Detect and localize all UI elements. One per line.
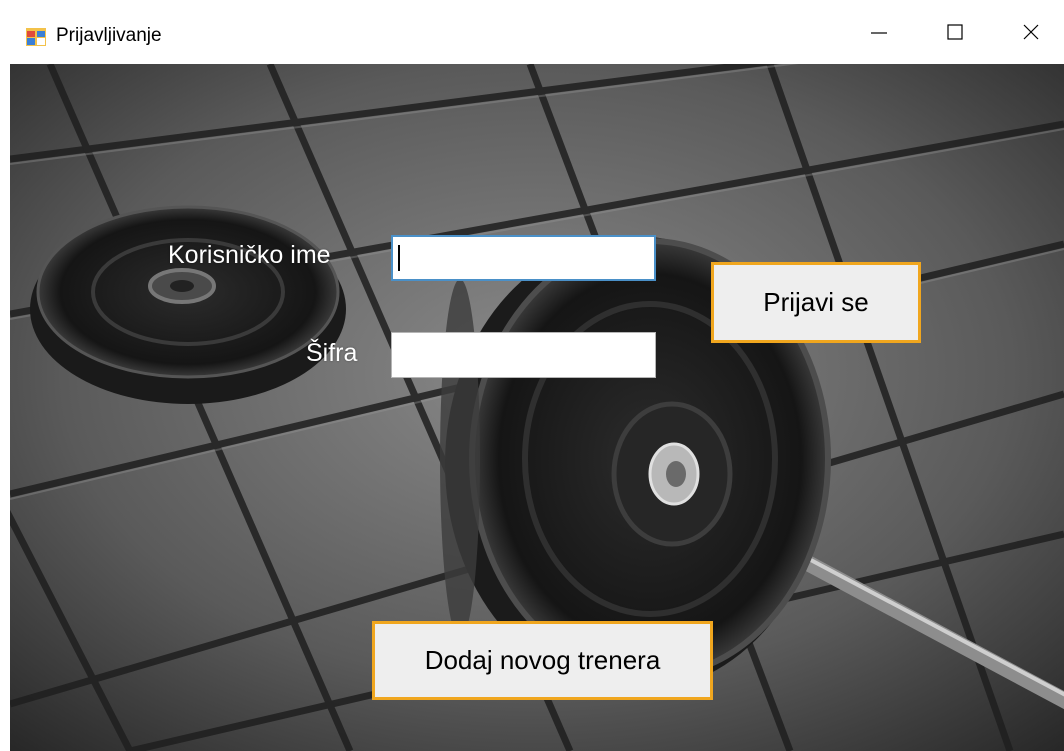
- form-canvas: Korisničko ime Šifra Prijavi se Dodaj no…: [10, 64, 1064, 751]
- text-caret: [398, 245, 400, 271]
- add-trainer-button[interactable]: Dodaj novog trenera: [372, 621, 713, 700]
- app-form-icon: [26, 28, 46, 46]
- close-button[interactable]: [994, 0, 1064, 64]
- login-button[interactable]: Prijavi se: [711, 262, 921, 343]
- password-input[interactable]: [391, 332, 656, 378]
- username-input[interactable]: [391, 235, 656, 281]
- password-label: Šifra: [306, 339, 358, 367]
- window-title: Prijavljivanje: [56, 25, 162, 46]
- minimize-button[interactable]: [842, 0, 916, 64]
- maximize-icon: [947, 24, 963, 40]
- username-label: Korisničko ime: [168, 241, 331, 269]
- minimize-icon: [871, 32, 887, 34]
- title-bar[interactable]: Prijavljivanje: [0, 0, 1064, 64]
- login-window: Prijavljivanje Korisničko ime Šifra Prij…: [0, 0, 1064, 751]
- close-icon: [1023, 24, 1039, 40]
- maximize-button[interactable]: [918, 0, 992, 64]
